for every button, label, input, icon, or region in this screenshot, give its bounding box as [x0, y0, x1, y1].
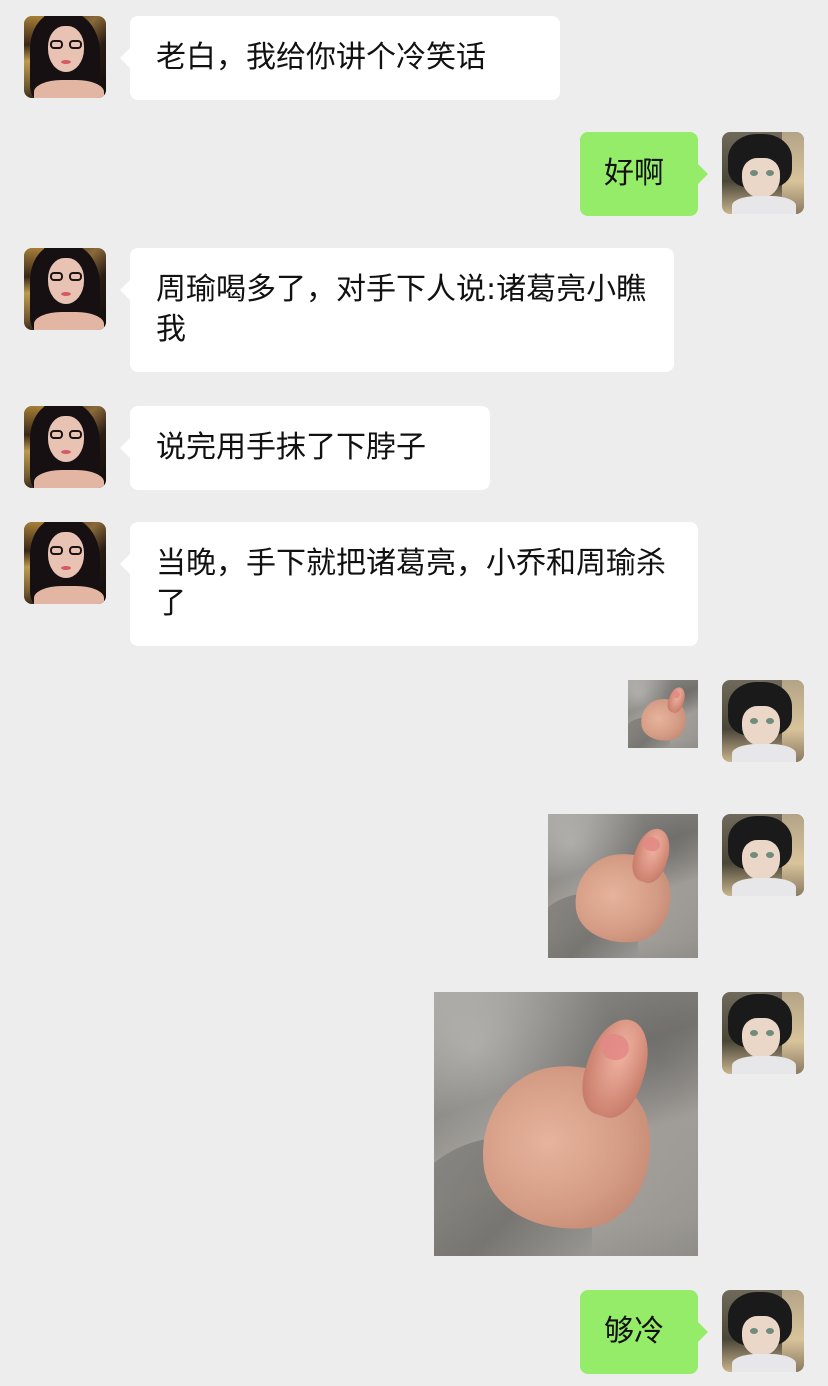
glasses-icon — [50, 430, 82, 440]
message-bubble-left[interactable]: 老白，我给你讲个冷笑话 — [120, 16, 560, 100]
avatar-eye-right — [766, 718, 774, 724]
message-bubble-left[interactable]: 说完用手抹了下脖子 — [120, 406, 490, 490]
contact-avatar[interactable] — [24, 406, 106, 488]
message-text: 够冷 — [604, 1314, 664, 1349]
my-avatar[interactable] — [722, 1290, 804, 1372]
message-text: 老白，我给你讲个冷笑话 — [156, 40, 486, 75]
message-bubble-right[interactable]: 好啊 — [580, 132, 708, 216]
image-message[interactable] — [548, 814, 698, 958]
avatar-eye-left — [750, 718, 758, 724]
avatar-shirt — [732, 744, 796, 762]
avatar-shirt — [732, 196, 796, 214]
avatar-eye-left — [750, 1030, 758, 1036]
avatar-shoulder — [34, 586, 104, 604]
message-text: 周瑜喝多了，对手下人说:诸葛亮小瞧我 — [156, 272, 647, 347]
avatar-shoulder — [34, 470, 104, 488]
message-text: 说完用手抹了下脖子 — [156, 430, 426, 465]
glasses-icon — [50, 40, 82, 50]
chat-message-list[interactable]: 老白，我给你讲个冷笑话 好啊 周瑜喝多了，对手下人说:诸葛亮小瞧我 说完用手抹了… — [0, 0, 828, 1386]
my-avatar[interactable] — [722, 814, 804, 896]
avatar-face — [742, 1018, 780, 1058]
image-message[interactable] — [434, 992, 698, 1256]
avatar-face — [742, 706, 780, 746]
avatar-face — [742, 158, 780, 198]
avatar-eye-right — [766, 1030, 774, 1036]
avatar-eye-left — [750, 1328, 758, 1334]
avatar-eye-left — [750, 852, 758, 858]
my-avatar[interactable] — [722, 680, 804, 762]
my-avatar[interactable] — [722, 992, 804, 1074]
message-bubble-left[interactable]: 当晚，手下就把诸葛亮，小乔和周瑜杀了 — [120, 522, 698, 646]
avatar-shirt — [732, 878, 796, 896]
avatar-lips — [61, 60, 71, 64]
contact-avatar[interactable] — [24, 16, 106, 98]
avatar-eye-right — [766, 852, 774, 858]
glasses-icon — [50, 272, 82, 282]
contact-avatar[interactable] — [24, 522, 106, 604]
avatar-lips — [61, 450, 71, 454]
message-bubble-left[interactable]: 周瑜喝多了，对手下人说:诸葛亮小瞧我 — [120, 248, 674, 372]
avatar-eye-left — [750, 170, 758, 176]
avatar-shirt — [732, 1354, 796, 1372]
avatar-lips — [61, 566, 71, 570]
glasses-icon — [50, 546, 82, 556]
image-message[interactable] — [628, 680, 698, 748]
my-avatar[interactable] — [722, 132, 804, 214]
avatar-shoulder — [34, 80, 104, 98]
avatar-lips — [61, 292, 71, 296]
message-text: 当晚，手下就把诸葛亮，小乔和周瑜杀了 — [156, 546, 666, 621]
avatar-eye-right — [766, 1328, 774, 1334]
avatar-face — [742, 1316, 780, 1356]
message-bubble-right[interactable]: 够冷 — [580, 1290, 708, 1374]
avatar-shoulder — [34, 312, 104, 330]
avatar-eye-right — [766, 170, 774, 176]
contact-avatar[interactable] — [24, 248, 106, 330]
message-text: 好啊 — [604, 156, 664, 191]
avatar-shirt — [732, 1056, 796, 1074]
avatar-face — [742, 840, 780, 880]
